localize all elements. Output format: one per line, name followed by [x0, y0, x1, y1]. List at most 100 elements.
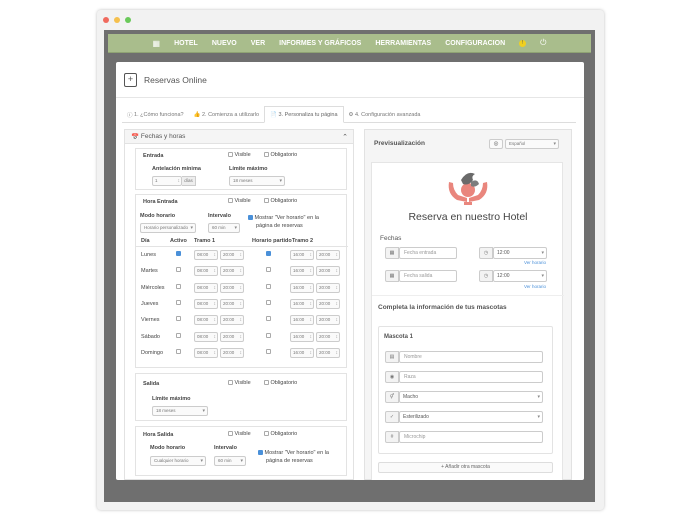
alert-icon[interactable]: !: [519, 39, 527, 47]
active-checkbox[interactable]: [176, 332, 181, 338]
tramo2-end[interactable]: 20:00: [316, 282, 340, 293]
fecha-entrada-input[interactable]: Fecha entrada: [399, 247, 457, 259]
salida-mostrar-option[interactable]: Mostrar "Ver horario" en la: [258, 450, 329, 456]
active-checkbox[interactable]: [176, 267, 181, 273]
tramo1-end[interactable]: 20:00: [220, 347, 244, 358]
tramo2-start[interactable]: 16:00: [290, 266, 314, 277]
hora-salida-select[interactable]: 12:00: [493, 270, 547, 282]
tramo2-start[interactable]: 16:00: [290, 347, 314, 358]
tab-como-funciona[interactable]: ⓘ 1. ¿Cómo funciona?: [122, 106, 189, 123]
tramo1-start[interactable]: 08:00: [194, 266, 218, 277]
mostrar-horario-option[interactable]: Mostrar "Ver horario" en la: [248, 215, 319, 221]
tramo1-start[interactable]: 08:00: [194, 298, 218, 309]
checkbox[interactable]: [248, 215, 253, 221]
grid-icon[interactable]: ▦: [146, 39, 168, 48]
fecha-salida-input[interactable]: Fecha salida: [399, 270, 457, 282]
tramo1-end[interactable]: 20:00: [220, 266, 244, 277]
microchip-input[interactable]: Microchip: [399, 431, 543, 443]
tramo2-end[interactable]: 20:00: [316, 266, 340, 277]
tramo1-end[interactable]: 20:00: [220, 331, 244, 342]
tramo2-end[interactable]: 20:00: [316, 315, 340, 326]
hora-salida-obligatorio[interactable]: Obligatorio: [264, 431, 297, 437]
split-checkbox[interactable]: [266, 267, 271, 273]
checkbox[interactable]: [228, 380, 233, 386]
salida-limite-select[interactable]: 18 meses: [152, 406, 208, 416]
minimize-dot[interactable]: [114, 17, 120, 23]
split-checkbox[interactable]: [266, 332, 271, 338]
tramo2-end[interactable]: 20:00: [316, 298, 340, 309]
tramo2-end[interactable]: 20:00: [316, 250, 340, 260]
checkbox[interactable]: [264, 152, 269, 158]
tramo2-start[interactable]: 16:00: [290, 315, 314, 326]
nav-ver[interactable]: VER: [244, 40, 272, 47]
ver-horario-link[interactable]: Ver horario: [524, 284, 546, 289]
tramo2-end[interactable]: 20:00: [316, 347, 340, 358]
tramo1-start[interactable]: 08:00: [194, 315, 218, 326]
tramo2-start[interactable]: 16:00: [290, 298, 314, 309]
nav-herramientas[interactable]: HERRAMIENTAS: [368, 40, 438, 47]
split-checkbox[interactable]: [266, 316, 271, 322]
active-checkbox[interactable]: [176, 283, 181, 289]
sexo-select[interactable]: Macho: [399, 391, 543, 403]
tramo1-start[interactable]: 08:00: [194, 250, 218, 260]
split-checkbox[interactable]: [266, 283, 271, 289]
panel-header[interactable]: 📅 Fechas y horas ⌃: [125, 130, 353, 144]
tramo1-end[interactable]: 20:00: [220, 250, 244, 260]
nav-informes[interactable]: INFORMES Y GRÁFICOS: [272, 40, 368, 47]
nav-hotel[interactable]: HOTEL: [167, 40, 205, 47]
nav-nuevo[interactable]: NUEVO: [205, 40, 244, 47]
modo-select[interactable]: Horario personalizado: [140, 223, 196, 233]
checkbox[interactable]: [228, 152, 233, 158]
tramo1-end[interactable]: 20:00: [220, 315, 244, 326]
active-checkbox[interactable]: [176, 316, 181, 322]
checkbox[interactable]: [228, 431, 233, 437]
checkbox[interactable]: [264, 380, 269, 386]
split-checkbox[interactable]: [266, 251, 271, 256]
antelacion-stepper[interactable]: 1: [152, 176, 182, 186]
tramo1-start[interactable]: 08:00: [194, 282, 218, 293]
ver-horario-link[interactable]: Ver horario: [524, 260, 546, 265]
chevron-up-icon[interactable]: ⌃: [342, 133, 348, 141]
intervalo-select[interactable]: 60 min: [208, 223, 240, 233]
hora-entrada-obligatorio[interactable]: Obligatorio: [264, 198, 297, 204]
tab-personaliza[interactable]: 📄 3. Personaliza tu página: [264, 106, 344, 123]
tab-comienza[interactable]: 👍 2. Comienza a utilizarlo: [189, 106, 265, 123]
split-checkbox[interactable]: [266, 348, 271, 354]
tramo1-start[interactable]: 08:00: [194, 331, 218, 342]
tramo2-start[interactable]: 16:00: [290, 331, 314, 342]
esterilizado-select[interactable]: Esterilizado: [399, 411, 543, 423]
nav-configuracion[interactable]: CONFIGURACION: [438, 40, 512, 47]
active-checkbox[interactable]: [176, 251, 181, 256]
salida-intervalo-select[interactable]: 60 min: [214, 456, 246, 466]
checkbox[interactable]: [228, 198, 233, 204]
maximize-dot[interactable]: [125, 17, 131, 23]
add-mascota-button[interactable]: + Añadir otra mascota: [378, 462, 553, 473]
salida-modo-select[interactable]: Cualquier horario: [150, 456, 206, 466]
nombre-input[interactable]: Nombre: [399, 351, 543, 363]
hora-entrada-select[interactable]: 12:00: [493, 247, 547, 259]
checkbox[interactable]: [258, 450, 263, 456]
salida-obligatorio[interactable]: Obligatorio: [264, 380, 297, 386]
checkbox[interactable]: [264, 198, 269, 204]
active-checkbox[interactable]: [176, 348, 181, 354]
hora-entrada-visible[interactable]: Visible: [228, 198, 251, 204]
tramo2-start[interactable]: 16:00: [290, 250, 314, 260]
tab-configuracion-avanzada[interactable]: ⚙ 4. Configuración avanzada: [344, 106, 426, 123]
power-icon[interactable]: ⏻: [533, 38, 553, 48]
close-dot[interactable]: [103, 17, 109, 23]
hora-salida-visible[interactable]: Visible: [228, 431, 251, 437]
tramo2-start[interactable]: 16:00: [290, 282, 314, 293]
language-select[interactable]: Español: [505, 139, 559, 149]
tramo1-end[interactable]: 20:00: [220, 298, 244, 309]
tramo1-start[interactable]: 08:00: [194, 347, 218, 358]
salida-visible[interactable]: Visible: [228, 380, 251, 386]
raza-input[interactable]: Raza: [399, 371, 543, 383]
entrada-obligatorio[interactable]: Obligatorio: [264, 152, 297, 158]
tramo2-end[interactable]: 20:00: [316, 331, 340, 342]
entrada-visible[interactable]: Visible: [228, 152, 251, 158]
checkbox[interactable]: [264, 431, 269, 437]
limite-select[interactable]: 18 meses: [229, 176, 285, 186]
split-checkbox[interactable]: [266, 299, 271, 305]
tramo1-end[interactable]: 20:00: [220, 282, 244, 293]
active-checkbox[interactable]: [176, 299, 181, 305]
